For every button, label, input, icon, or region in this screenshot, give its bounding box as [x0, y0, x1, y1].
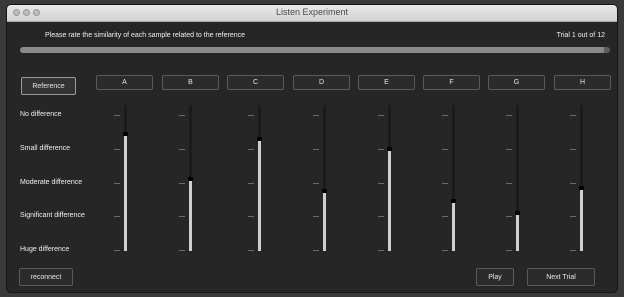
slider-tick [248, 216, 254, 217]
rating-slider-f[interactable] [451, 105, 456, 251]
window-title: Listen Experiment [275, 7, 349, 17]
slider-handle[interactable] [451, 199, 456, 204]
slider-tick [570, 183, 576, 184]
scale-label-small-difference: Small difference [20, 145, 71, 152]
trial-counter: Trial 1 out of 12 [556, 32, 605, 39]
slider-handle[interactable] [188, 177, 193, 182]
slider-tick [179, 250, 185, 251]
slider-tick [313, 183, 319, 184]
slider-handle[interactable] [387, 146, 392, 151]
slider-tick [313, 149, 319, 150]
slider-fill [580, 188, 583, 251]
slider-tick [248, 149, 254, 150]
slider-tick [506, 250, 512, 251]
slider-tick [506, 216, 512, 217]
slider-tick [570, 115, 576, 116]
app-window: Listen Experiment Please rate the simila… [6, 4, 618, 293]
trial-progress-fill [20, 47, 605, 53]
slider-tick [378, 216, 384, 217]
slider-fill [189, 179, 192, 251]
rating-slider-d[interactable] [322, 105, 327, 251]
slider-tick [506, 115, 512, 116]
scale-label-no-difference: No difference [20, 111, 62, 118]
slider-tick [114, 250, 120, 251]
slider-fill [124, 134, 127, 251]
sample-button-g[interactable]: G [488, 75, 545, 90]
slider-fill [323, 191, 326, 251]
slider-handle[interactable] [515, 211, 520, 216]
slider-tick [378, 183, 384, 184]
rating-slider-b[interactable] [188, 105, 193, 251]
slider-tick [378, 250, 384, 251]
slider-fill [452, 201, 455, 251]
instruction-text: Please rate the similarity of each sampl… [45, 32, 245, 39]
rating-slider-g[interactable] [515, 105, 520, 251]
slider-tick [179, 216, 185, 217]
play-button[interactable]: Play [476, 268, 514, 286]
slider-tick [570, 250, 576, 251]
rating-slider-c[interactable] [257, 105, 262, 251]
slider-tick [179, 115, 185, 116]
slider-fill [516, 213, 519, 251]
sample-button-f[interactable]: F [423, 75, 480, 90]
scale-label-huge-difference: Huge difference [20, 246, 70, 253]
slider-tick [442, 183, 448, 184]
slider-tick [313, 216, 319, 217]
rating-slider-e[interactable] [387, 105, 392, 251]
sample-button-h[interactable]: H [554, 75, 611, 90]
slider-tick [442, 216, 448, 217]
slider-tick [179, 183, 185, 184]
sample-button-b[interactable]: B [162, 75, 219, 90]
slider-tick [442, 149, 448, 150]
slider-tick [179, 149, 185, 150]
slider-tick [313, 115, 319, 116]
scale-label-moderate-difference: Moderate difference [20, 179, 83, 186]
slider-tick [378, 115, 384, 116]
rating-slider-a[interactable] [123, 105, 128, 251]
slider-tick [506, 183, 512, 184]
slider-fill [258, 138, 261, 251]
slider-tick [442, 115, 448, 116]
slider-tick [506, 149, 512, 150]
next-trial-button[interactable]: Next Trial [527, 268, 595, 286]
slider-tick [442, 250, 448, 251]
trial-progress-bar [20, 47, 610, 53]
rating-slider-h[interactable] [579, 105, 584, 251]
slider-tick [570, 216, 576, 217]
slider-tick [248, 250, 254, 251]
reference-button[interactable]: Reference [21, 77, 76, 95]
slider-tick [248, 115, 254, 116]
slider-fill [388, 148, 391, 251]
slider-tick [114, 183, 120, 184]
slider-handle[interactable] [123, 132, 128, 137]
sample-button-d[interactable]: D [293, 75, 350, 90]
scale-label-significant-difference: Significant difference [20, 212, 85, 219]
slider-tick [313, 250, 319, 251]
sample-button-c[interactable]: C [227, 75, 284, 90]
slider-tick [570, 149, 576, 150]
title-bar: Listen Experiment [7, 5, 617, 22]
slider-handle[interactable] [257, 136, 262, 141]
slider-tick [378, 149, 384, 150]
slider-tick [114, 216, 120, 217]
slider-tick [248, 183, 254, 184]
slider-handle[interactable] [322, 189, 327, 194]
slider-tick [114, 115, 120, 116]
slider-handle[interactable] [579, 186, 584, 191]
sample-button-a[interactable]: A [96, 75, 153, 90]
reconnect-button[interactable]: reconnect [19, 268, 73, 286]
sample-button-e[interactable]: E [358, 75, 415, 90]
slider-tick [114, 149, 120, 150]
